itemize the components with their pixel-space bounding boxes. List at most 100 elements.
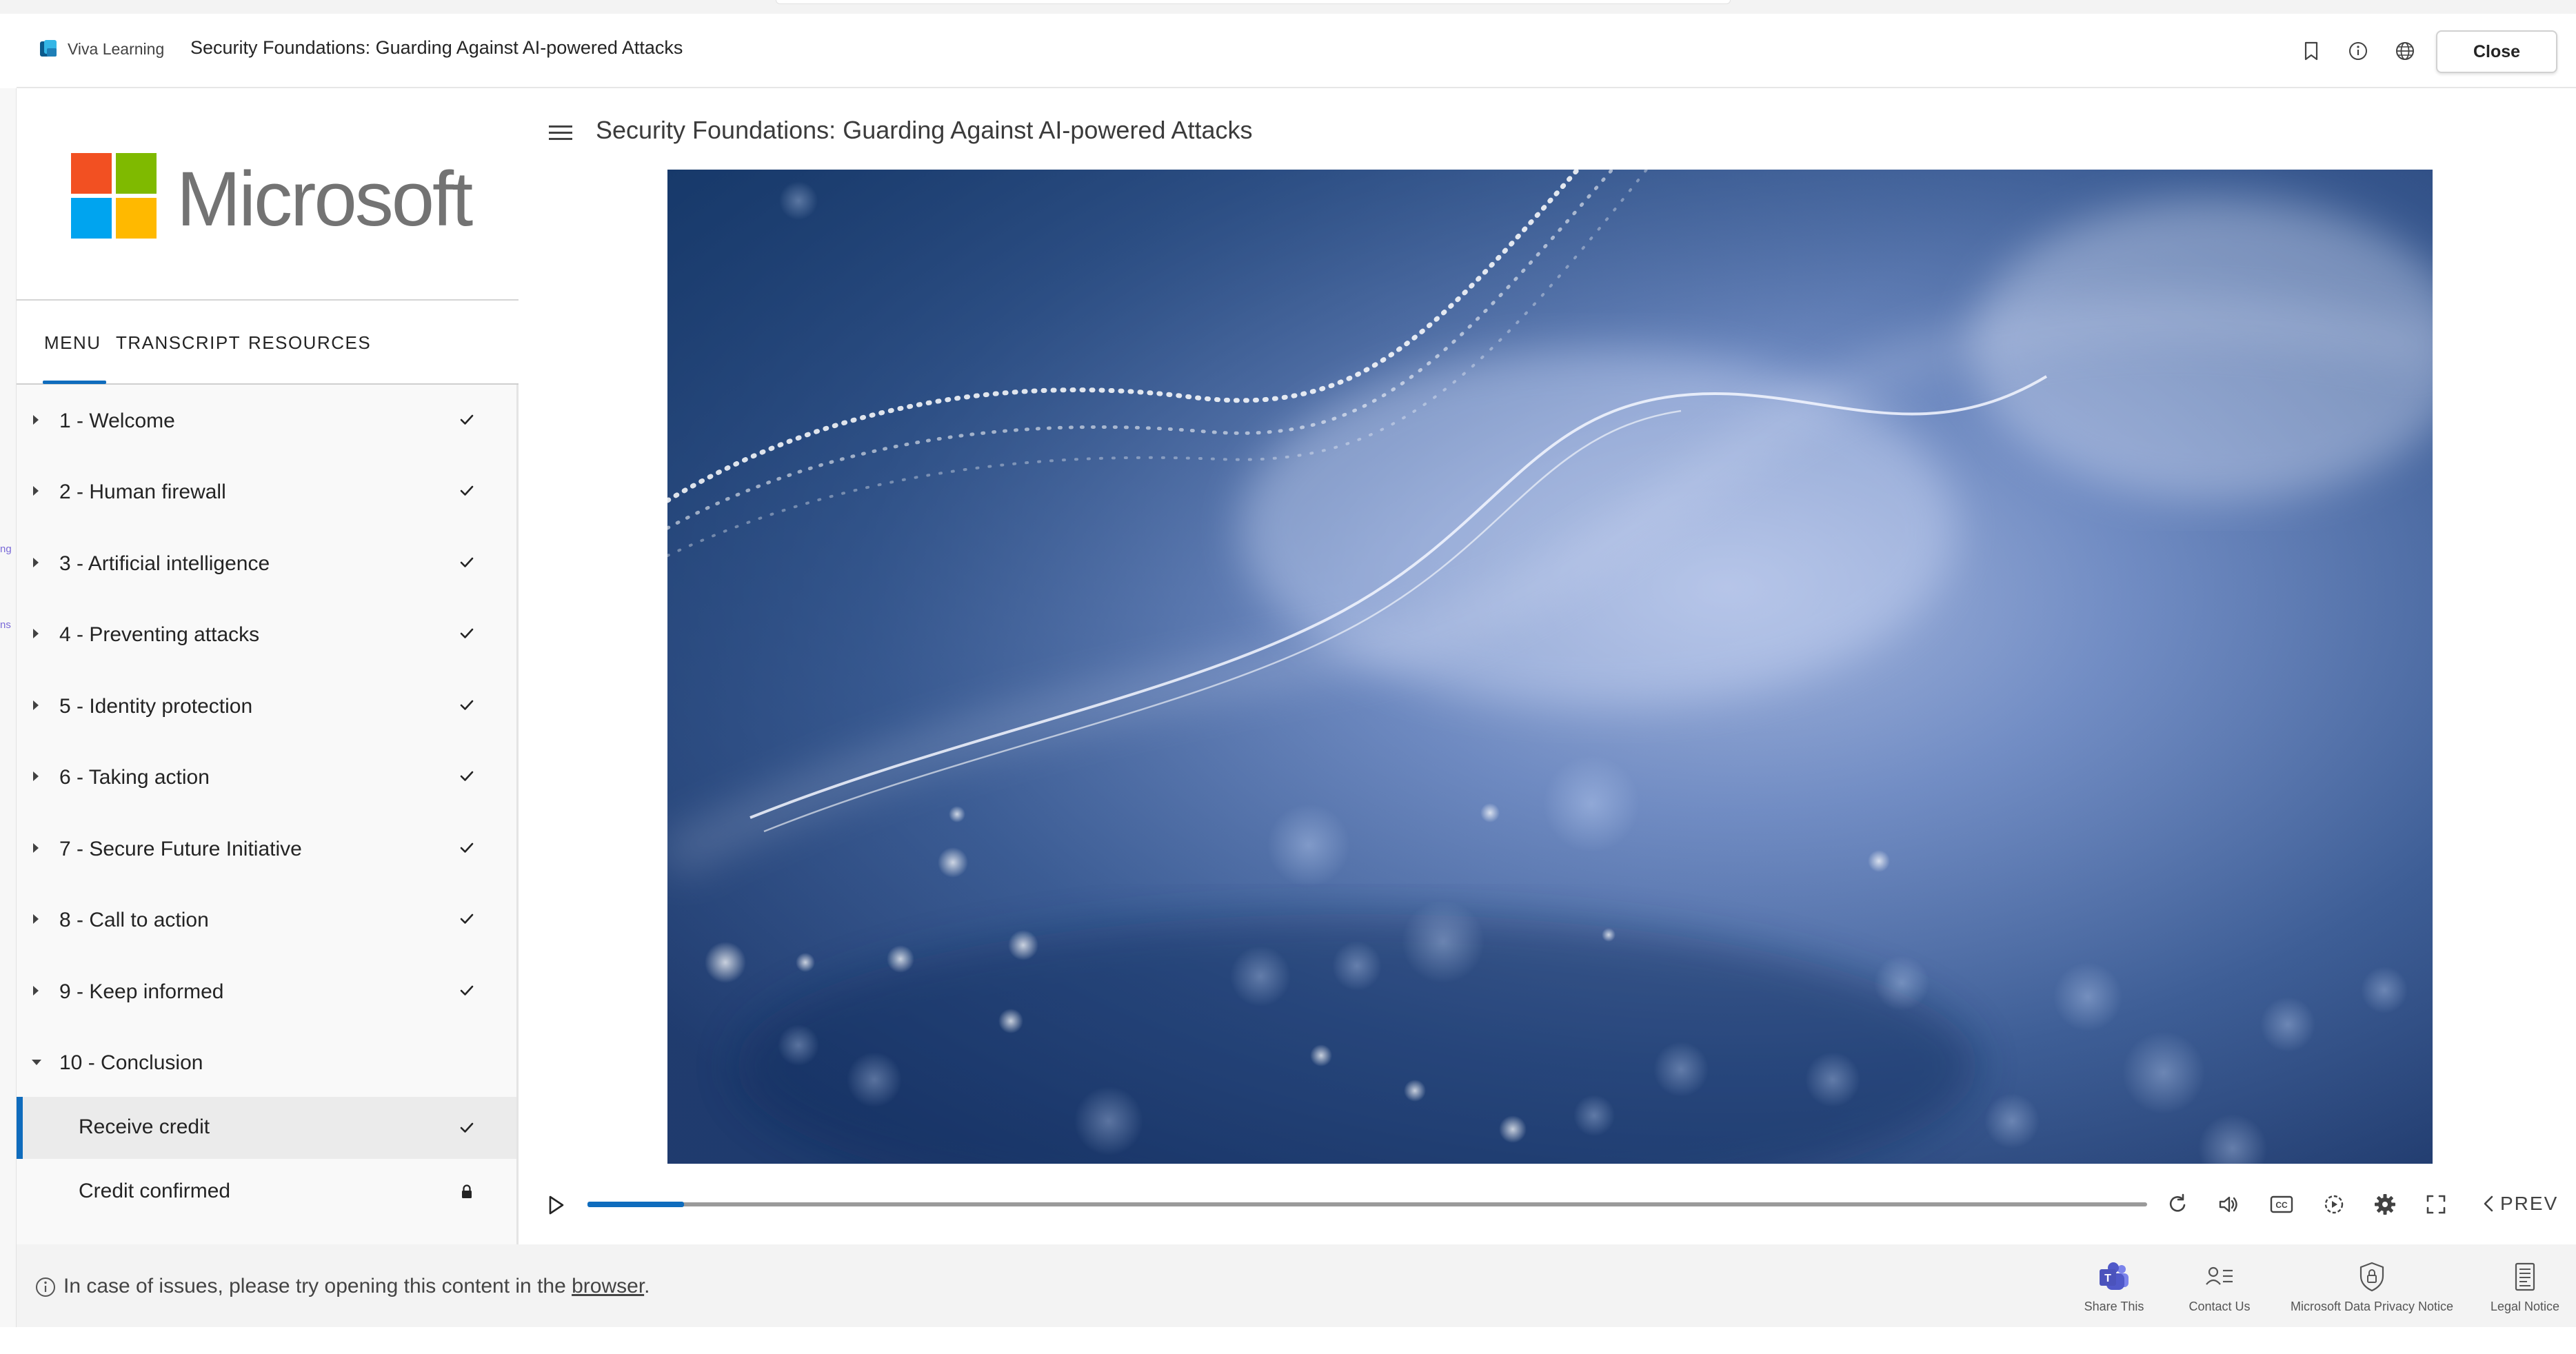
module-item[interactable]: 1 - Welcome — [17, 386, 516, 457]
share-this-label: Share This — [2084, 1300, 2144, 1313]
info-icon — [2349, 42, 2367, 60]
legal-document-icon — [2515, 1262, 2535, 1291]
lock-icon — [462, 1184, 472, 1198]
replay-icon[interactable] — [2164, 1190, 2193, 1219]
privacy-notice-button[interactable]: Microsoft Data Privacy Notice — [2282, 1260, 2462, 1322]
browser-top-strip — [0, 0, 2576, 14]
privacy-notice-label: Microsoft Data Privacy Notice — [2290, 1300, 2454, 1313]
checkmark-icon — [460, 842, 474, 853]
module-item[interactable]: 6 - Taking action — [17, 742, 516, 814]
module-label: 7 - Secure Future Initiative — [59, 838, 302, 860]
browser-link[interactable]: browser — [572, 1275, 644, 1297]
module-item[interactable]: 2 - Human firewall — [17, 457, 516, 528]
main-content: Security Foundations: Guarding Against A… — [519, 88, 2576, 1244]
contact-us-button[interactable]: Contact Us — [2171, 1260, 2268, 1322]
hamburger-menu-icon[interactable] — [549, 124, 572, 142]
checkmark-icon — [460, 771, 474, 781]
module-label: 6 - Taking action — [59, 766, 210, 789]
window-bottom-strip — [0, 1327, 2576, 1354]
expand-arrow-icon[interactable] — [33, 986, 39, 996]
checkmark-icon — [460, 628, 474, 638]
checkmark-icon — [460, 913, 474, 924]
course-sidebar: Microsoft MENU TRANSCRIPT RESOURCES 1 - … — [17, 88, 519, 1244]
globe-icon — [2396, 42, 2414, 60]
module-item[interactable]: 5 - Identity protection — [17, 671, 516, 742]
expand-arrow-icon[interactable] — [33, 415, 39, 425]
checkmark-icon — [460, 700, 474, 710]
page-title: Security Foundations: Guarding Against A… — [596, 116, 1253, 144]
legal-notice-label: Legal Notice — [2490, 1300, 2560, 1313]
seek-bar-progress — [587, 1202, 685, 1207]
info-icon — [36, 1277, 55, 1297]
expand-arrow-icon[interactable] — [33, 914, 39, 924]
module-label: 4 - Preventing attacks — [59, 623, 260, 646]
language-button[interactable] — [2393, 39, 2417, 63]
tab-menu[interactable]: MENU — [44, 332, 101, 354]
playback-speed-icon[interactable] — [2320, 1190, 2348, 1219]
app-name: Viva Learning — [68, 40, 165, 58]
browser-tab-edge — [776, 0, 1731, 4]
tab-resources[interactable]: RESOURCES — [248, 332, 371, 354]
close-button[interactable]: Close — [2436, 30, 2557, 73]
module-item[interactable]: 8 - Call to action — [17, 885, 516, 956]
bookmark-icon — [2304, 41, 2318, 61]
previous-label: PREV — [2500, 1193, 2559, 1214]
closed-captions-icon[interactable]: CC — [2267, 1190, 2296, 1219]
module-label: 5 - Identity protection — [59, 695, 253, 718]
video-frame[interactable] — [667, 170, 2433, 1164]
footer-notice: In case of issues, please try opening th… — [63, 1275, 650, 1298]
module-item-expanded[interactable]: 10 - Conclusion — [17, 1028, 516, 1099]
expand-arrow-icon[interactable] — [33, 629, 39, 638]
sidebar-tabs: MENU TRANSCRIPT RESOURCES — [17, 301, 519, 385]
lesson-item[interactable]: Credit confirmed — [17, 1161, 516, 1223]
edge-text-fragment: ng — [0, 543, 12, 555]
course-title: Security Foundations: Guarding Against A… — [190, 37, 683, 58]
settings-icon[interactable] — [2371, 1190, 2399, 1219]
privacy-shield-icon — [2359, 1262, 2384, 1292]
footer-notice-text: In case of issues, please try opening th… — [63, 1275, 572, 1297]
fullscreen-icon[interactable] — [2422, 1190, 2451, 1219]
expand-arrow-icon[interactable] — [33, 486, 39, 496]
teams-icon: T — [2100, 1262, 2129, 1290]
svg-text:CC: CC — [2275, 1200, 2288, 1210]
microsoft-logo-text: Microsoft — [177, 156, 473, 242]
chevron-left-icon — [2484, 1195, 2493, 1212]
expand-arrow-icon[interactable] — [33, 843, 39, 853]
footer-notice-end: . — [644, 1275, 650, 1297]
module-label: 2 - Human firewall — [59, 481, 226, 503]
expand-arrow-icon[interactable] — [33, 558, 39, 567]
module-label: 9 - Keep informed — [59, 980, 224, 1003]
contact-icon — [2206, 1266, 2233, 1285]
active-tab-indicator — [43, 381, 106, 384]
lesson-item-active[interactable]: Receive credit — [17, 1097, 516, 1159]
checkmark-icon — [460, 985, 474, 996]
edge-text-fragment: ns — [0, 619, 11, 631]
volume-icon[interactable] — [2215, 1190, 2244, 1219]
collapse-arrow-icon[interactable] — [32, 1060, 41, 1065]
logo-area: Microsoft — [17, 88, 519, 301]
info-button[interactable] — [2346, 39, 2371, 63]
expand-arrow-icon[interactable] — [33, 771, 39, 781]
module-label: 8 - Call to action — [59, 909, 209, 931]
tab-transcript[interactable]: TRANSCRIPT — [116, 332, 241, 354]
module-item[interactable]: 7 - Secure Future Initiative — [17, 814, 516, 885]
module-label: 3 - Artificial intelligence — [59, 552, 270, 575]
module-item[interactable]: 9 - Keep informed — [17, 957, 516, 1028]
checkmark-icon — [460, 557, 474, 567]
checkmark-icon — [460, 1122, 474, 1133]
module-item[interactable]: 3 - Artificial intelligence — [17, 529, 516, 600]
svg-text:T: T — [2104, 1273, 2111, 1284]
module-label: 1 - Welcome — [59, 410, 175, 432]
bookmark-button[interactable] — [2299, 39, 2324, 63]
contact-us-label: Contact Us — [2188, 1300, 2251, 1313]
module-item[interactable]: 4 - Preventing attacks — [17, 600, 516, 671]
legal-notice-button[interactable]: Legal Notice — [2480, 1260, 2570, 1322]
share-this-button[interactable]: T Share This — [2066, 1260, 2162, 1322]
previous-button[interactable]: PREV — [2481, 1193, 2558, 1215]
play-icon[interactable] — [543, 1191, 568, 1219]
viva-learning-logo-icon — [40, 40, 57, 57]
lesson-label: Credit confirmed — [79, 1180, 231, 1202]
seek-bar[interactable] — [587, 1202, 2147, 1207]
expand-arrow-icon[interactable] — [33, 700, 39, 710]
footer-bar: In case of issues, please try opening th… — [17, 1244, 2576, 1327]
